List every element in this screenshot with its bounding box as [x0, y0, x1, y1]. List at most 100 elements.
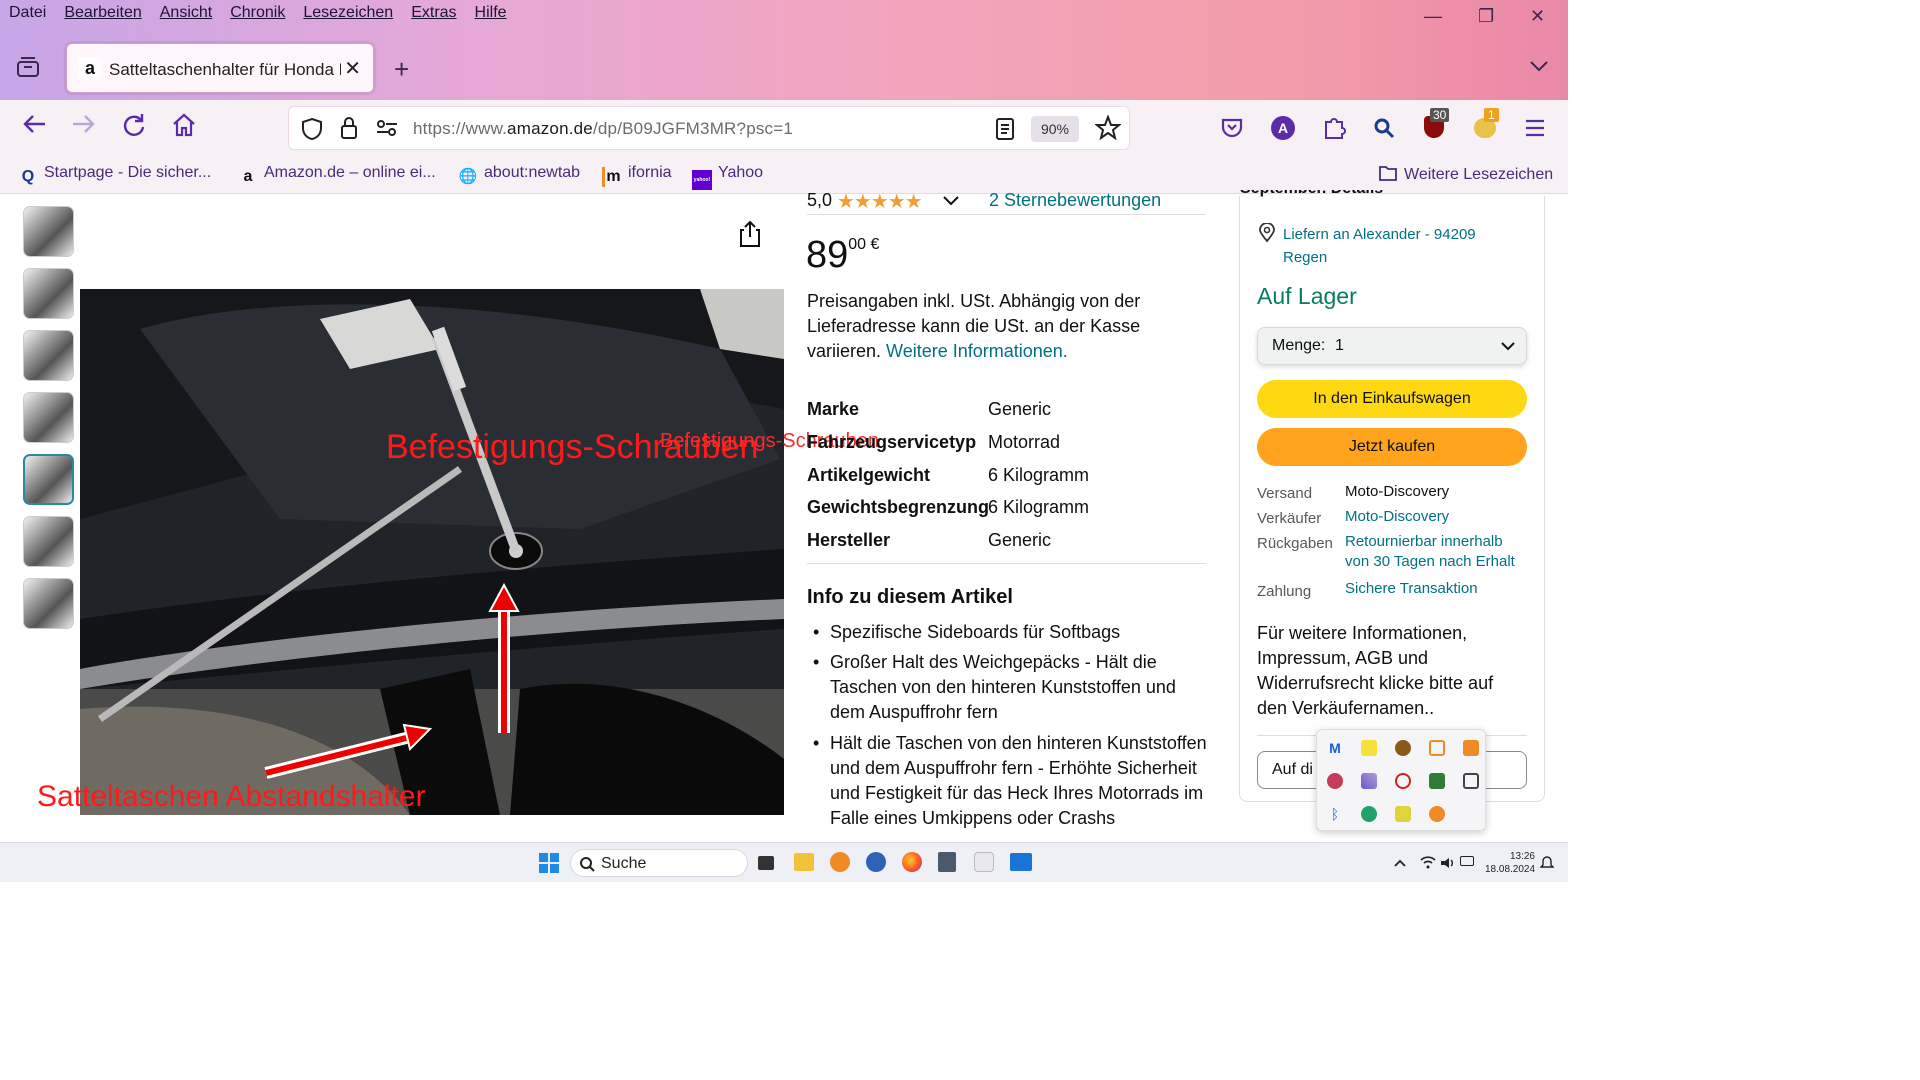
- minimize-button[interactable]: —: [1424, 6, 1442, 27]
- pocket-icon[interactable]: [1220, 116, 1244, 145]
- app-tray-icon[interactable]: [1395, 740, 1411, 756]
- tab-overview-icon[interactable]: [16, 56, 40, 78]
- wifi-icon[interactable]: [1420, 855, 1436, 872]
- extensions-puzzle-icon[interactable]: [1322, 114, 1346, 145]
- notification-bell-icon[interactable]: [1539, 855, 1555, 874]
- bullet-dot: •: [813, 652, 820, 672]
- avast-taskbar-icon[interactable]: [830, 852, 850, 872]
- thumbnail-image[interactable]: [23, 330, 74, 381]
- spec-key: Artikelgewicht: [807, 465, 931, 485]
- ratings-count-link[interactable]: 2 Sternebewertungen: [989, 190, 1161, 211]
- file-explorer-icon[interactable]: [794, 853, 814, 871]
- tab-list-chevron-icon[interactable]: [1528, 58, 1550, 79]
- menu-hilfe[interactable]: Hilfe: [466, 0, 516, 30]
- bluetooth-icon[interactable]: ᛒ: [1327, 806, 1343, 822]
- thumbnail-image[interactable]: [23, 268, 74, 319]
- seller-link[interactable]: Moto-Discovery: [1345, 508, 1449, 525]
- menu-datei[interactable]: Datei: [0, 0, 55, 30]
- mail-icon[interactable]: [1010, 853, 1032, 871]
- bookmark-ifornia[interactable]: m ifornia: [602, 164, 672, 187]
- app-menu-icon[interactable]: [1524, 118, 1546, 143]
- app-tray-icon[interactable]: [1463, 740, 1479, 756]
- menu-ansicht[interactable]: Ansicht: [151, 0, 221, 30]
- shipping-value: Moto-Discovery: [1345, 483, 1450, 500]
- clock[interactable]: 13:26 18.08.2024: [1485, 850, 1535, 876]
- app-tray-icon[interactable]: [1327, 773, 1343, 789]
- divider: [807, 563, 1206, 564]
- firefox-icon[interactable]: [902, 852, 922, 872]
- reload-icon[interactable]: [116, 112, 152, 144]
- delivery-address-link[interactable]: Liefern an Alexander - 94209 Regen: [1283, 223, 1476, 269]
- avast-icon[interactable]: [1429, 806, 1445, 822]
- new-tab-button[interactable]: +: [394, 54, 409, 85]
- usb-drive-icon[interactable]: [1463, 773, 1479, 789]
- url-text[interactable]: https://www.amazon.de/dp/B09JGFM3MR?psc=…: [413, 119, 793, 139]
- malwarebytes-icon[interactable]: M: [1327, 740, 1343, 756]
- bookmark-amazon[interactable]: a Amazon.de – online ei...: [238, 164, 436, 187]
- windows-start-icon[interactable]: [539, 853, 559, 878]
- forward-arrow-icon[interactable]: [66, 112, 102, 142]
- tray-chevron-up-icon[interactable]: [1393, 855, 1407, 873]
- thumbnail-image[interactable]: [23, 516, 74, 567]
- tracking-shield-icon[interactable]: [301, 117, 323, 146]
- app-taskbar-icon[interactable]: [866, 852, 886, 872]
- address-bar[interactable]: https://www.amazon.de/dp/B09JGFM3MR?psc=…: [288, 106, 1130, 150]
- spec-value: 6 Kilogramm: [988, 465, 1090, 485]
- close-window-button[interactable]: ✕: [1530, 6, 1545, 27]
- payment-link[interactable]: Sichere Transaktion: [1345, 580, 1478, 597]
- star-rating[interactable]: ★★★★★: [837, 189, 923, 214]
- yahoo-icon: yahoo!: [692, 170, 712, 190]
- thumbnail-image[interactable]: [23, 392, 74, 443]
- pen-icon[interactable]: [1361, 773, 1377, 789]
- task-view-icon[interactable]: [758, 856, 774, 870]
- bookmark-yahoo[interactable]: yahoo! Yahoo: [692, 164, 763, 190]
- bookmark-more[interactable]: Weitere Lesezeichen: [1378, 164, 1553, 184]
- menu-bearbeiten[interactable]: Bearbeiten: [55, 0, 150, 30]
- search-extension-icon[interactable]: [1372, 116, 1396, 145]
- tab-amazon[interactable]: a Satteltaschenhalter für Honda N ✕: [66, 43, 374, 93]
- thumbnail-image[interactable]: [23, 206, 74, 257]
- bookmark-star-icon[interactable]: [1094, 114, 1122, 146]
- site-permissions-icon[interactable]: [375, 118, 399, 143]
- taskbar-search-box[interactable]: Suche: [570, 849, 748, 877]
- app-tray-icon[interactable]: [1395, 806, 1411, 822]
- zoom-level[interactable]: 90%: [1031, 116, 1079, 142]
- menu-lesezeichen[interactable]: Lesezeichen: [294, 0, 402, 30]
- quantity-select[interactable]: Menge: 1: [1257, 327, 1527, 365]
- restore-button[interactable]: ❐: [1478, 6, 1494, 27]
- nvidia-icon[interactable]: [1429, 773, 1445, 789]
- account-avatar[interactable]: A: [1271, 116, 1295, 140]
- back-arrow-icon[interactable]: [16, 112, 52, 142]
- calculator-icon[interactable]: [938, 852, 956, 872]
- location-pin-icon: [1258, 222, 1276, 248]
- more-info-link[interactable]: Weitere Informationen.: [886, 341, 1068, 361]
- menu-chronik[interactable]: Chronik: [221, 0, 294, 30]
- volume-icon[interactable]: [1440, 856, 1456, 874]
- app-tray-icon[interactable]: [1395, 773, 1411, 789]
- returns-link[interactable]: Retournierbar innerhalb von 30 Tagen nac…: [1345, 532, 1530, 572]
- sticky-notes-icon[interactable]: [1361, 740, 1377, 756]
- battery-icon[interactable]: [1460, 856, 1474, 866]
- buy-now-button[interactable]: Jetzt kaufen: [1257, 428, 1527, 466]
- rating-chevron-icon[interactable]: [942, 194, 960, 213]
- product-main-image[interactable]: [80, 289, 784, 815]
- home-icon[interactable]: [166, 112, 202, 144]
- bullet-dot: •: [813, 622, 820, 642]
- lock-icon[interactable]: [339, 116, 359, 145]
- close-tab-icon[interactable]: ✕: [344, 56, 361, 81]
- thumbnail-image-selected[interactable]: [23, 454, 74, 505]
- itunes-icon[interactable]: [974, 852, 994, 872]
- tray-overflow-popup: M ᛒ: [1316, 729, 1486, 831]
- amazon-favicon-icon: a: [79, 57, 101, 79]
- search-icon: [580, 857, 595, 872]
- bullet-item: Spezifische Sideboards für Softbags: [830, 622, 1121, 642]
- defender-icon[interactable]: [1361, 806, 1377, 822]
- reader-view-icon[interactable]: [995, 117, 1015, 146]
- bookmark-startpage[interactable]: Q Startpage - Die sicher...: [18, 164, 211, 187]
- menu-extras[interactable]: Extras: [402, 0, 465, 30]
- share-icon[interactable]: [738, 220, 762, 253]
- add-to-cart-button[interactable]: In den Einkaufswagen: [1257, 380, 1527, 418]
- thumbnail-image[interactable]: [23, 578, 74, 629]
- app-tray-icon[interactable]: [1429, 740, 1445, 756]
- bookmark-newtab[interactable]: 🌐 about:newtab: [458, 164, 580, 187]
